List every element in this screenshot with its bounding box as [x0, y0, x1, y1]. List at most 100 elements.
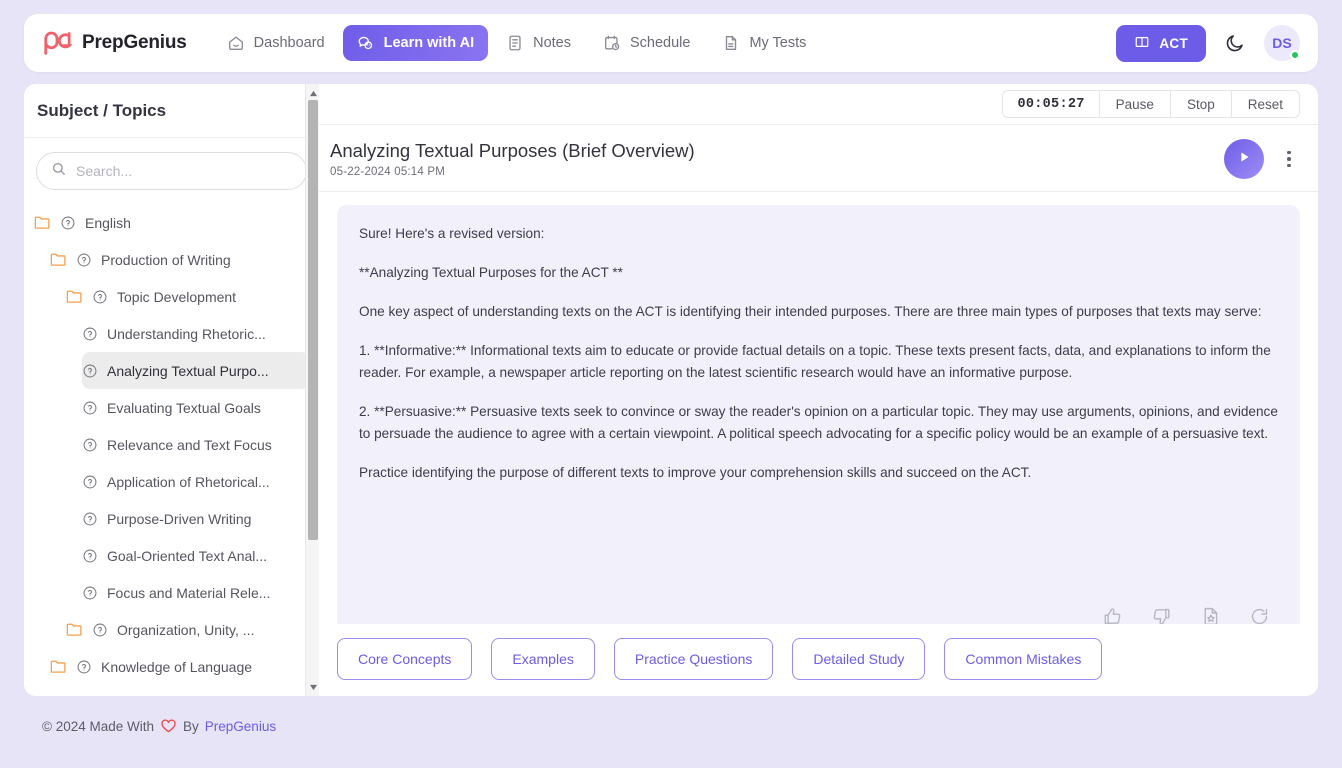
- footer-brand-link[interactable]: PrepGenius: [205, 719, 276, 734]
- help-circle-icon[interactable]: [82, 548, 98, 564]
- tree-item-label: Application of Rhetorical...: [107, 473, 270, 490]
- tree-item[interactable]: Understanding Rhetoric...: [82, 315, 309, 352]
- brand[interactable]: PrepGenius: [42, 30, 187, 56]
- page-title: Analyzing Textual Purposes (Brief Overvi…: [330, 140, 695, 161]
- thumbs-up-icon[interactable]: [1102, 606, 1123, 624]
- kebab-dot: [1287, 157, 1291, 161]
- sidebar-search-wrap: [24, 138, 319, 198]
- nav-item-dashboard[interactable]: Dashboard: [213, 25, 339, 61]
- main-panel: 00:05:27 Pause Stop Reset Analyzing Text…: [319, 84, 1318, 696]
- response-paragraph: Practice identifying the purpose of diff…: [359, 465, 1032, 480]
- folder-icon: [50, 659, 67, 674]
- help-circle-icon[interactable]: [76, 252, 92, 268]
- timer-stop-button[interactable]: Stop: [1169, 91, 1231, 117]
- act-subject-button[interactable]: ACT: [1116, 24, 1206, 62]
- help-circle-icon[interactable]: [82, 511, 98, 527]
- tree-item-label: Knowledge of Language: [101, 658, 253, 675]
- sidebar-scrollbar[interactable]: [305, 84, 319, 696]
- nav-item-my-tests[interactable]: My Tests: [708, 25, 820, 61]
- suggestion-chip[interactable]: Examples: [491, 638, 595, 680]
- help-circle-icon[interactable]: [82, 437, 98, 453]
- response-paragraph: One key aspect of understanding texts on…: [359, 304, 1262, 319]
- help-circle-icon[interactable]: [76, 659, 92, 675]
- sidebar-header: Subject / Topics: [24, 84, 319, 138]
- tree-item[interactable]: Knowledge of Language: [50, 648, 309, 685]
- sidebar-title: Subject / Topics: [37, 100, 167, 120]
- sidebar-scrollbar-thumb[interactable]: [308, 100, 318, 540]
- app-header: PrepGenius Dashboard Learn with AI Notes…: [24, 14, 1318, 72]
- scroll-down-arrow-icon[interactable]: [306, 680, 319, 694]
- timer-pause-button[interactable]: Pause: [1098, 91, 1170, 117]
- tree-item[interactable]: Analyzing Textual Purpo...: [82, 352, 309, 389]
- document-timestamp: 05-22-2024 05:14 PM: [330, 166, 446, 178]
- document-title-row: Analyzing Textual Purposes (Brief Overvi…: [319, 125, 1318, 192]
- tree-item[interactable]: Production of Writing: [50, 241, 309, 278]
- search-input[interactable]: [76, 163, 292, 179]
- tree-item[interactable]: Focus and Material Rele...: [82, 574, 309, 611]
- scroll-up-arrow-icon[interactable]: [306, 86, 319, 100]
- timer-value: 00:05:27: [1017, 96, 1085, 112]
- tree-item[interactable]: Organization, Unity, ...: [66, 611, 309, 648]
- play-icon: [1235, 148, 1253, 171]
- help-circle-icon[interactable]: [82, 474, 98, 490]
- search-box[interactable]: [36, 152, 307, 190]
- help-circle-icon[interactable]: [82, 400, 98, 416]
- nav-item-learn-with-ai[interactable]: Learn with AI: [342, 25, 489, 61]
- response-paragraph: 2. **Persuasive:** Persuasive texts seek…: [359, 404, 1278, 441]
- tree-item[interactable]: Relevance and Text Focus: [82, 426, 309, 463]
- suggestion-chip[interactable]: Common Mistakes: [944, 638, 1103, 680]
- tree-item-label: Analyzing Textual Purpo...: [107, 362, 269, 379]
- suggestion-chip[interactable]: Core Concepts: [337, 638, 473, 680]
- thumbs-down-icon[interactable]: [1151, 606, 1172, 624]
- ai-response-text: Sure! Here's a revised version: **Analyzi…: [359, 223, 1278, 600]
- search-icon: [51, 161, 67, 182]
- moon-icon[interactable]: [1224, 32, 1246, 54]
- study-timer: 00:05:27 Pause Stop Reset: [1002, 90, 1300, 118]
- nav-item-notes[interactable]: Notes: [492, 25, 585, 61]
- note-icon: [506, 34, 524, 52]
- content-area: Sure! Here's a revised version: **Analyzi…: [319, 192, 1318, 624]
- nav-label-learn-with-ai: Learn with AI: [383, 35, 475, 51]
- tree-item[interactable]: English: [34, 204, 309, 241]
- response-paragraph: **Analyzing Textual Purposes for the ACT…: [359, 265, 623, 280]
- help-circle-icon[interactable]: [92, 622, 108, 638]
- tree-item-label: Topic Development: [117, 288, 237, 305]
- more-vertical-icon[interactable]: [1278, 142, 1300, 176]
- tree-item[interactable]: Application of Rhetorical...: [82, 463, 309, 500]
- tree-item[interactable]: Evaluating Textual Goals: [82, 389, 309, 426]
- tree-item-label: Purpose-Driven Writing: [107, 510, 252, 527]
- content-shell: Subject / Topics English Production of Wr…: [24, 84, 1318, 696]
- avatar[interactable]: DS: [1264, 25, 1300, 61]
- tree-item-label: Goal-Oriented Text Anal...: [107, 547, 268, 564]
- tree-item[interactable]: Topic Development: [66, 278, 309, 315]
- footer-copyright: © 2024 Made With: [42, 718, 155, 734]
- main-nav: Dashboard Learn with AI Notes Schedule M…: [213, 25, 821, 61]
- suggestion-chip[interactable]: Detailed Study: [792, 638, 926, 680]
- tree-item[interactable]: Goal-Oriented Text Anal...: [82, 537, 309, 574]
- tree-item-label: English: [85, 214, 131, 231]
- timer-reset-button[interactable]: Reset: [1230, 91, 1299, 117]
- feedback-row: [359, 600, 1278, 624]
- tree-item-label: Evaluating Textual Goals: [107, 399, 261, 416]
- play-button[interactable]: [1224, 139, 1264, 179]
- save-to-notes-icon[interactable]: [1200, 606, 1221, 624]
- help-circle-icon[interactable]: [82, 326, 98, 342]
- home-icon: [227, 34, 245, 52]
- tree-item[interactable]: Purpose-Driven Writing: [82, 500, 309, 537]
- tree-item-label: Understanding Rhetoric...: [107, 325, 266, 342]
- help-circle-icon[interactable]: [60, 215, 76, 231]
- nav-item-schedule[interactable]: Schedule: [589, 25, 704, 61]
- topic-tree: English Production of Writing Topic Develo…: [24, 198, 319, 696]
- status-online-dot: [1290, 50, 1300, 60]
- folder-icon: [66, 622, 83, 637]
- help-circle-icon[interactable]: [82, 585, 98, 601]
- header-actions: ACT DS: [1116, 24, 1300, 62]
- folder-icon: [66, 289, 83, 304]
- help-circle-icon[interactable]: [92, 289, 108, 305]
- help-circle-icon[interactable]: [82, 363, 98, 379]
- tree-item-label: Focus and Material Rele...: [107, 584, 271, 601]
- suggestion-chip[interactable]: Practice Questions: [613, 638, 774, 680]
- heart-icon: [160, 718, 177, 734]
- chat-bubbles-icon: [357, 34, 375, 52]
- regenerate-icon[interactable]: [1249, 606, 1270, 624]
